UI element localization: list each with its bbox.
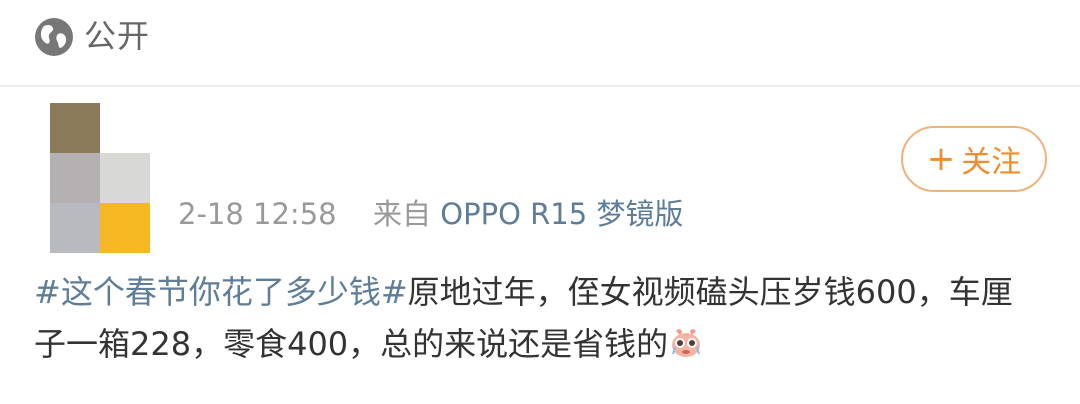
follow-label: 关注 — [961, 145, 1022, 180]
divider — [0, 85, 1080, 87]
globe-icon — [35, 18, 73, 56]
post-body: #这个春节你花了多少钱#原地过年，侄女视频磕头压岁钱600，车厘子一箱228，零… — [34, 266, 1024, 370]
avatar-block — [100, 153, 150, 203]
avatar-block — [50, 153, 100, 203]
avatar-block — [50, 103, 100, 153]
avatar-block — [50, 203, 100, 253]
avatar-block — [100, 203, 150, 253]
post-timestamp: 2-18 12:58 — [178, 197, 337, 231]
plus-icon: + — [926, 139, 956, 179]
visibility-bar[interactable]: 公开 — [0, 0, 1080, 86]
post-meta: 2-18 12:58 来自 OPPO R15 梦镜版 — [178, 194, 683, 234]
weibo-post-screen: 公开 2-18 12:58 来自 OPPO R15 梦镜版 + 关注 #这个春节… — [0, 0, 1080, 404]
follow-button[interactable]: + 关注 — [901, 126, 1047, 192]
source-prefix: 来自 — [373, 197, 432, 231]
visibility-label: 公开 — [84, 17, 151, 55]
crying-emoji-icon — [672, 329, 701, 357]
avatar[interactable] — [50, 103, 150, 253]
post-source[interactable]: OPPO R15 梦镜版 — [440, 197, 683, 231]
topic-link[interactable]: #这个春节你花了多少钱# — [34, 273, 408, 311]
